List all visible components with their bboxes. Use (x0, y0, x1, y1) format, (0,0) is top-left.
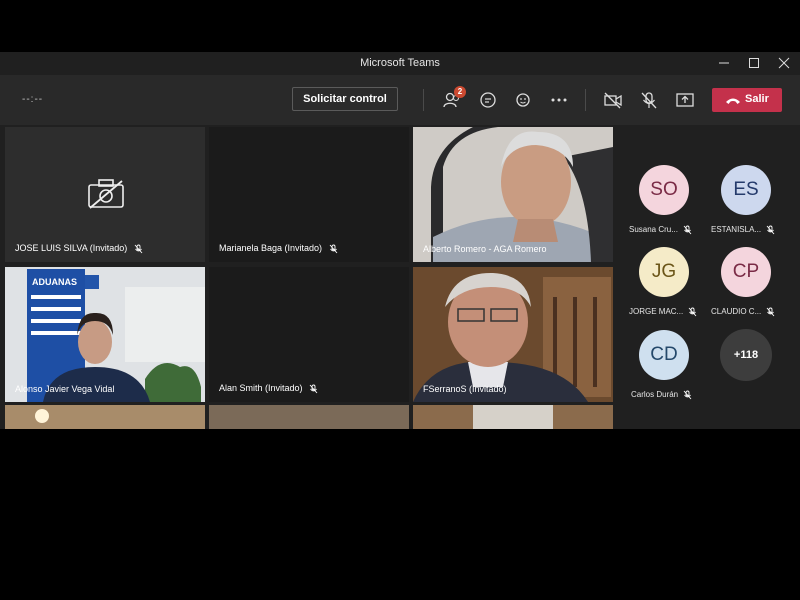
video-tile[interactable]: ADUANAS Alonso Javier Vega Vidal (5, 267, 205, 402)
maximize-icon (749, 58, 759, 68)
participant-name: Alan Smith (Invitado) (219, 383, 318, 394)
video-tile[interactable]: Alberto Romero - AGA Romero (413, 127, 613, 262)
video-tile[interactable]: FSerranoS (Invitado) (413, 267, 613, 402)
participant-name: Alberto Romero - AGA Romero (423, 244, 547, 254)
participant-name: Marianela Baga (Invitado) (219, 243, 338, 254)
close-window-button[interactable] (769, 52, 799, 74)
minimize-icon (719, 62, 729, 64)
chat-button[interactable] (476, 89, 500, 111)
meeting-timer: --:-- (22, 94, 44, 105)
toolbar-divider (423, 89, 424, 111)
window-title: Microsoft Teams (360, 57, 440, 69)
phone-hangup-icon (726, 98, 740, 104)
mic-muted-icon (134, 244, 143, 254)
share-screen-icon (676, 93, 694, 107)
mic-muted-icon (329, 244, 337, 254)
ceiling-light (35, 409, 49, 423)
more-participants-button[interactable]: +118 (720, 329, 772, 381)
mic-muted-icon (684, 390, 692, 400)
participant-video (413, 127, 613, 262)
mic-muted-icon (767, 307, 775, 317)
avatar[interactable]: ES (721, 165, 771, 215)
meeting-toolbar: --:-- Solicitar control 2 Salir (0, 75, 800, 125)
avatar[interactable]: CD (639, 330, 689, 380)
roster-participant: JORGE MAC... (629, 307, 697, 317)
participant-name: FSerranoS (Invitado) (423, 384, 507, 394)
participant-name: Alonso Javier Vega Vidal (15, 384, 115, 394)
roster-participant: ESTANISLA... (711, 225, 775, 235)
title-bar: Microsoft Teams (0, 52, 800, 75)
roster-participant: Carlos Durán (631, 390, 692, 400)
request-control-button[interactable]: Solicitar control (292, 87, 398, 111)
video-tile[interactable]: JOSE LUIS SILVA (Invitado) (5, 127, 205, 262)
participants-button[interactable]: 2 (440, 86, 466, 111)
more-actions-button[interactable] (547, 89, 571, 111)
participant-roster: SO Susana Cru... ES ESTANISLA... JG JORG… (620, 162, 800, 429)
roster-participant: CLAUDIO C... (711, 307, 775, 317)
mic-toggle-button[interactable] (637, 89, 661, 111)
leave-button[interactable]: Salir (712, 88, 782, 112)
toolbar-divider (585, 89, 586, 111)
avatar[interactable]: JG (639, 247, 689, 297)
mic-muted-icon (309, 384, 318, 394)
video-tile[interactable] (413, 405, 613, 429)
video-tile[interactable] (209, 405, 409, 429)
camera-toggle-button[interactable] (601, 89, 625, 111)
mic-muted-icon (766, 225, 775, 235)
camera-off-icon (88, 179, 124, 209)
teams-window: Microsoft Teams --:-- Solicitar control … (0, 52, 800, 429)
video-tile[interactable]: Marianela Baga (Invitado) (209, 127, 409, 262)
avatar[interactable]: SO (639, 165, 689, 215)
reactions-button[interactable] (512, 89, 536, 111)
wall-segment (473, 405, 553, 429)
chat-icon (480, 92, 496, 108)
participant-video (413, 267, 613, 402)
reactions-icon (516, 93, 530, 107)
video-tile[interactable]: Alan Smith (Invitado) (209, 267, 409, 402)
video-tile[interactable] (5, 405, 205, 429)
roster-participant: Susana Cru... (629, 225, 692, 235)
maximize-button[interactable] (739, 52, 769, 74)
mic-off-icon (641, 92, 657, 109)
participant-name: JOSE LUIS SILVA (Invitado) (15, 243, 143, 254)
share-screen-button[interactable] (673, 89, 697, 111)
more-icon (551, 98, 567, 102)
leave-label: Salir (745, 93, 769, 105)
participant-video (5, 267, 205, 402)
video-banner-text: ADUANAS (32, 277, 77, 287)
minimize-button[interactable] (709, 52, 739, 74)
camera-off-icon (604, 92, 622, 109)
close-icon (778, 57, 790, 69)
participants-count-badge: 2 (454, 86, 466, 98)
avatar[interactable]: CP (721, 247, 771, 297)
mic-muted-icon (683, 225, 692, 235)
mic-muted-icon (689, 307, 697, 317)
